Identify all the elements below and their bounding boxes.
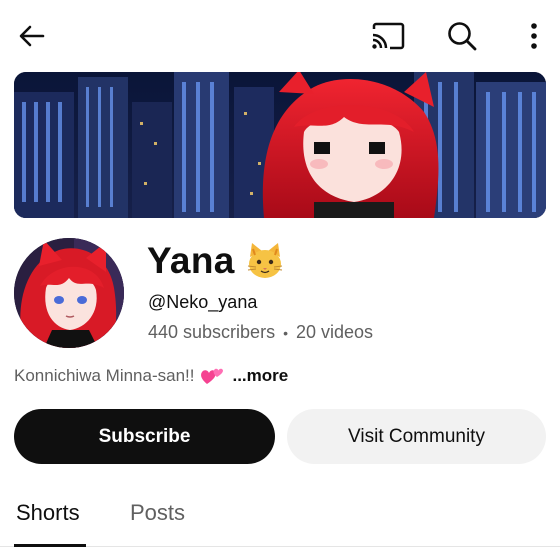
stats-separator: •	[283, 324, 288, 341]
visit-community-button[interactable]: Visit Community	[287, 409, 546, 464]
tab-posts[interactable]: Posts	[130, 500, 185, 526]
top-app-bar	[0, 0, 560, 72]
cat-face-emoji-icon	[245, 241, 285, 281]
two-hearts-emoji-icon	[200, 366, 224, 386]
channel-stats: 440 subscribers • 20 videos	[148, 322, 373, 343]
description-more-link[interactable]: ...more	[232, 366, 288, 386]
selected-tab-indicator	[14, 544, 86, 547]
more-vert-icon[interactable]	[516, 18, 552, 54]
cast-icon[interactable]	[370, 18, 406, 54]
description-text: Konnichiwa Minna-san!!	[14, 366, 195, 385]
channel-name-text: Yana	[147, 240, 235, 281]
channel-handle: @Neko_yana	[148, 292, 258, 312]
search-icon[interactable]	[444, 18, 480, 54]
subscriber-count: 440 subscribers	[148, 322, 276, 342]
channel-banner	[14, 72, 546, 218]
back-arrow-icon[interactable]	[14, 18, 50, 54]
tab-shorts[interactable]: Shorts	[16, 500, 80, 526]
subscribe-button[interactable]: Subscribe	[14, 409, 275, 464]
channel-name: Yana	[147, 240, 285, 282]
video-count: 20 videos	[295, 322, 374, 342]
channel-avatar[interactable]	[14, 238, 124, 348]
channel-description[interactable]: Konnichiwa Minna-san!! ...more	[14, 366, 288, 386]
channel-tabs: Shorts Posts	[0, 488, 560, 550]
